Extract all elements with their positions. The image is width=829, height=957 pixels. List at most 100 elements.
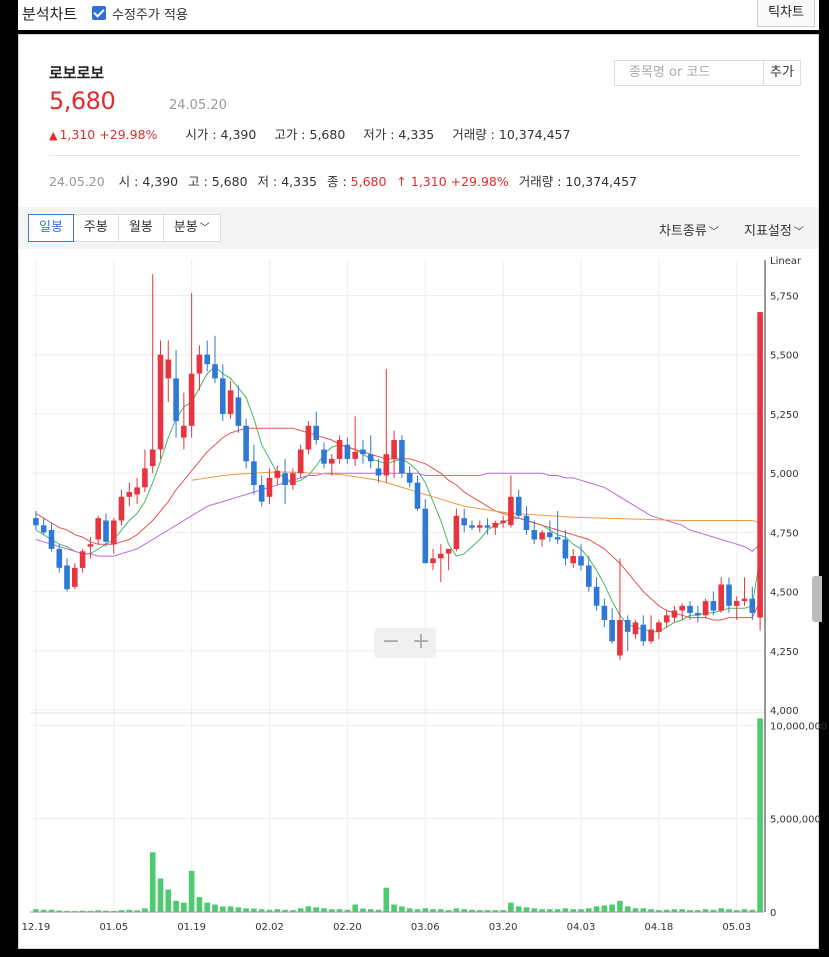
volume-tick-label: 5,000,000 <box>770 815 821 826</box>
candle-body <box>142 468 148 488</box>
volume-bar <box>718 908 724 912</box>
candle-body <box>430 558 436 564</box>
volume-bar <box>196 897 203 912</box>
candle-body <box>305 425 312 450</box>
candle-body <box>523 515 530 530</box>
candle-body <box>243 425 249 462</box>
candle-body <box>414 482 421 509</box>
candle-body <box>531 530 538 540</box>
candle-body <box>399 440 405 474</box>
volume-bar <box>173 900 179 912</box>
candle-body <box>679 605 685 611</box>
candle-body <box>500 520 506 523</box>
y-tick-label: 5,000 <box>770 469 799 480</box>
x-tick-label: 12.19 <box>22 922 51 933</box>
candle-body <box>64 565 70 590</box>
volume-bar <box>422 908 429 912</box>
candle-body <box>173 378 179 421</box>
candle-body <box>367 454 374 462</box>
candle-body <box>469 525 475 528</box>
candle-body <box>648 629 654 642</box>
candle-body <box>484 525 491 528</box>
candle-body <box>33 518 39 526</box>
candle-body <box>149 449 156 467</box>
candle-body <box>336 440 343 459</box>
volume-bar <box>142 908 148 912</box>
volume-bar <box>235 907 242 912</box>
scale-label: Linear <box>770 256 802 267</box>
volume-bar <box>383 887 390 912</box>
volume-bar <box>227 906 234 912</box>
candle-body <box>181 425 187 438</box>
volume-bar <box>593 906 600 912</box>
volume-bar <box>508 902 514 912</box>
panel-handle[interactable] <box>812 576 822 622</box>
volume-bar <box>609 904 615 912</box>
candle-body <box>508 496 514 526</box>
candle-body <box>733 601 740 606</box>
x-tick-label: 02.20 <box>333 922 362 933</box>
x-tick-label: 01.05 <box>99 922 128 933</box>
candle-body <box>515 496 522 516</box>
candle-body <box>87 544 94 547</box>
volume-bar <box>757 718 763 912</box>
volume-bar <box>313 907 319 912</box>
volume-bar <box>243 908 249 912</box>
volume-bar <box>251 908 257 912</box>
y-tick-label: 4,500 <box>770 588 799 599</box>
tab-daily[interactable]: 일봉 <box>28 214 74 242</box>
zoom-out-button[interactable]: − <box>376 630 406 654</box>
candle-body <box>601 605 608 620</box>
candle-body <box>321 449 327 464</box>
volume-bar <box>212 904 218 912</box>
volume-bar <box>562 908 569 912</box>
candle-body <box>118 496 125 521</box>
y-tick-label: 4,250 <box>770 647 799 658</box>
candle-body <box>539 532 545 540</box>
volume-tick-label: 10,000,000 <box>770 721 827 732</box>
candle-body <box>656 622 662 632</box>
candle-body <box>188 373 195 426</box>
candle-body <box>352 451 358 459</box>
candle-body <box>445 548 452 554</box>
volume-bar <box>157 878 164 912</box>
candle-body <box>461 518 467 526</box>
volume-tick-label: 0 <box>770 908 776 919</box>
candle-body <box>547 532 553 538</box>
x-tick-label: 02.02 <box>255 922 284 933</box>
candle-body <box>726 584 732 606</box>
candle-body <box>79 551 86 568</box>
candle-body <box>251 461 257 485</box>
zoom-in-button[interactable]: + <box>406 630 436 654</box>
candle-body <box>453 515 460 549</box>
candle-body <box>702 601 709 616</box>
stock-chart[interactable]: Linear 4,000 4,250 4,500 4,750 5,000 5,250 5,50… <box>0 0 829 957</box>
candle-body <box>663 615 670 623</box>
candle-body <box>710 601 717 611</box>
volume-bar <box>165 889 172 912</box>
volume-bar <box>640 908 647 912</box>
volume-bar <box>531 908 538 912</box>
y-tick-label: 5,750 <box>770 292 799 303</box>
volume-bar <box>391 904 397 912</box>
candle-body <box>165 359 172 379</box>
zoom-controls: − + <box>374 628 436 658</box>
candle-body <box>282 473 288 485</box>
candle-body <box>632 622 639 635</box>
volume-bar <box>406 908 413 912</box>
candle-body <box>157 354 164 450</box>
x-tick-label: 04.03 <box>567 922 596 933</box>
candle-body <box>344 444 351 459</box>
candle-body <box>593 586 600 606</box>
candle-body <box>671 610 678 618</box>
candle-body <box>95 518 101 540</box>
candle-body <box>111 520 117 545</box>
y-tick-label: 5,250 <box>770 410 799 421</box>
candle-body <box>329 458 335 464</box>
candle-body <box>360 449 366 455</box>
x-tick-label: 03.20 <box>489 922 518 933</box>
y-tick-label: 4,000 <box>770 706 799 717</box>
candle-body <box>617 620 623 656</box>
x-tick-label: 05.03 <box>722 922 751 933</box>
candle-body <box>687 605 693 613</box>
